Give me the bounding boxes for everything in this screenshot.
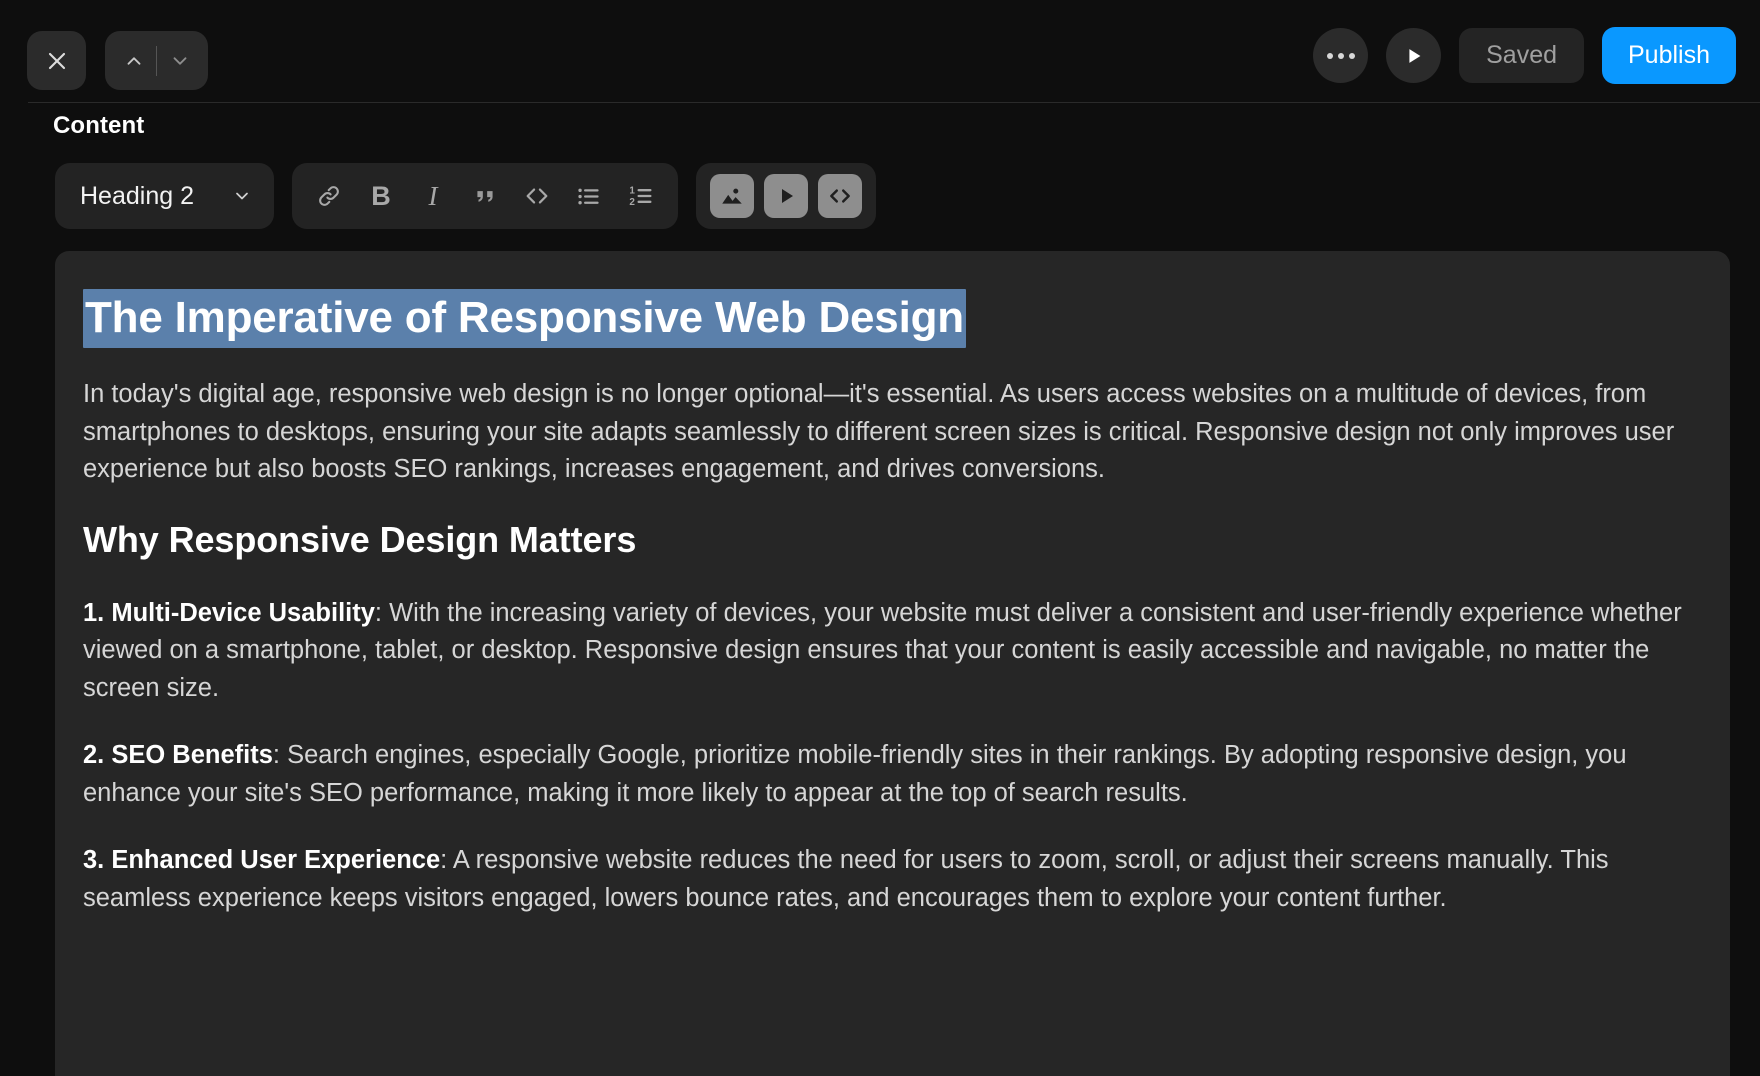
block-type-label: Heading 2	[80, 181, 194, 210]
document-body[interactable]: The Imperative of Responsive Web Design …	[55, 289, 1730, 917]
chevron-down-icon	[236, 192, 248, 200]
chevron-down-icon	[173, 56, 186, 65]
inline-code-button[interactable]	[514, 170, 560, 222]
link-button[interactable]	[306, 170, 352, 222]
intro-paragraph[interactable]: In today's digital age, responsive web d…	[83, 376, 1702, 488]
italic-icon: I	[428, 180, 438, 211]
bulleted-list-button[interactable]	[566, 170, 612, 222]
next-block-button[interactable]	[157, 31, 202, 90]
quote-icon	[477, 191, 493, 202]
block-type-select[interactable]: Heading 2	[55, 163, 274, 229]
insert-video-button[interactable]	[763, 174, 808, 218]
point-paragraph[interactable]: 3. Enhanced User Experience: A responsiv…	[83, 842, 1702, 917]
point-body: : Search engines, especially Google, pri…	[83, 741, 1627, 807]
preview-button[interactable]	[1386, 28, 1442, 83]
play-icon	[1409, 48, 1421, 63]
numbered-list-icon: 1 2	[629, 186, 652, 208]
embed-code-icon	[830, 189, 850, 203]
chevron-up-icon	[127, 56, 140, 65]
point-paragraph[interactable]: 2. SEO Benefits: Search engines, especia…	[83, 737, 1702, 812]
point-label: 3. Enhanced User Experience	[83, 846, 441, 875]
numbered-list-button[interactable]: 1 2	[618, 170, 664, 222]
svg-text:1: 1	[629, 186, 635, 197]
document-editor-canvas[interactable]: The Imperative of Responsive Web Design …	[55, 251, 1730, 1076]
point-label: 2. SEO Benefits	[83, 741, 273, 770]
header-divider	[28, 102, 1760, 103]
selected-title-text[interactable]: The Imperative of Responsive Web Design	[83, 289, 966, 348]
ellipsis-icon	[1326, 52, 1355, 59]
formatting-toolbar: Heading 2 B I 1 2	[55, 163, 876, 229]
quote-button[interactable]	[462, 170, 508, 222]
more-options-button[interactable]	[1313, 28, 1369, 83]
insert-image-button[interactable]	[709, 174, 754, 218]
close-button[interactable]	[27, 31, 86, 90]
bold-icon: B	[371, 180, 391, 211]
point-paragraph[interactable]: 1. Multi-Device Usability: With the incr…	[83, 595, 1702, 707]
link-icon	[319, 186, 339, 206]
previous-block-button[interactable]	[111, 31, 156, 90]
publish-button[interactable]: Publish	[1602, 27, 1736, 84]
media-insert-group	[695, 163, 876, 229]
section-title: Content	[53, 112, 145, 139]
document-title[interactable]: The Imperative of Responsive Web Design	[83, 289, 1702, 348]
top-bar-left-controls	[27, 31, 208, 90]
text-format-group: B I 1 2	[291, 163, 678, 229]
saved-status-button[interactable]: Saved	[1459, 28, 1584, 83]
section-heading[interactable]: Why Responsive Design Matters	[83, 519, 1702, 561]
video-icon	[781, 189, 793, 203]
top-bar: Saved Publish	[0, 0, 1760, 112]
italic-button[interactable]: I	[410, 170, 456, 222]
navigation-stepper	[105, 31, 208, 90]
bullet-list-icon	[578, 188, 600, 204]
bold-button[interactable]: B	[358, 170, 404, 222]
editor-app: Saved Publish Content Heading 2 B I 1 2 …	[0, 0, 1760, 1076]
image-icon	[722, 188, 742, 204]
point-label: 1. Multi-Device Usability	[83, 598, 375, 627]
insert-embed-button[interactable]	[817, 174, 862, 218]
top-bar-right-controls: Saved Publish	[1313, 27, 1736, 84]
code-icon	[526, 188, 548, 204]
close-icon	[48, 52, 65, 69]
svg-text:2: 2	[629, 197, 635, 208]
